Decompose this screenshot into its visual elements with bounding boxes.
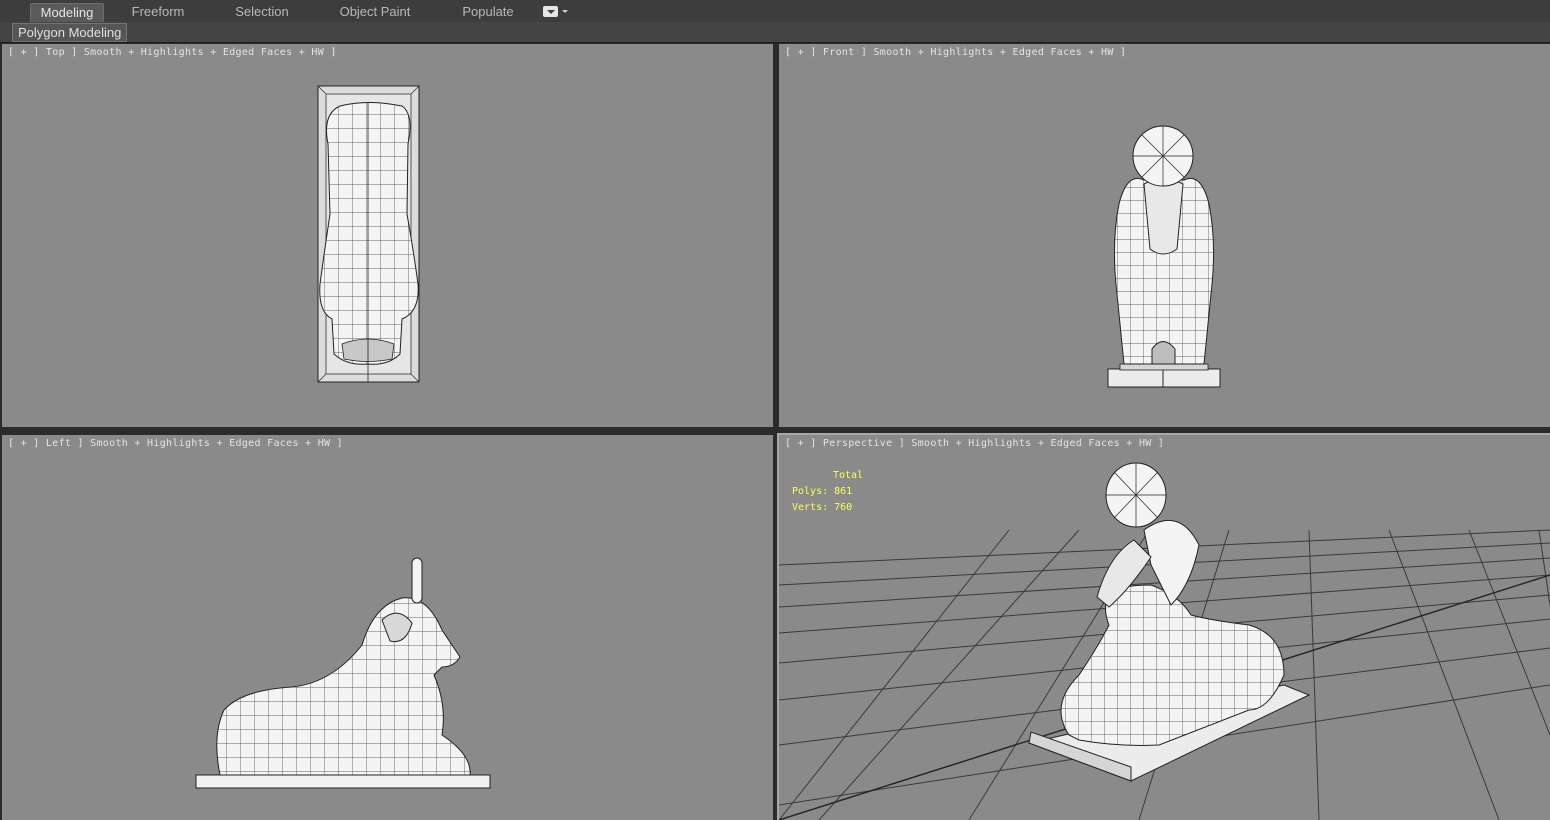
viewport-front[interactable]: [ + ] Front ] Smooth + Highlights + Edge… bbox=[779, 44, 1550, 427]
ribbon-options-dropdown[interactable] bbox=[543, 6, 569, 18]
viewport-top[interactable]: [ + ] Top ] Smooth + Highlights + Edged … bbox=[2, 44, 773, 427]
tab-selection[interactable]: Selection bbox=[226, 3, 298, 21]
panel-polygon-modeling[interactable]: Polygon Modeling bbox=[12, 23, 128, 42]
chevron-down-icon bbox=[562, 10, 568, 13]
top-view-model bbox=[317, 85, 420, 383]
viewport-left[interactable]: [ + ] Left ] Smooth + Highlights + Edged… bbox=[2, 435, 773, 820]
front-view-model bbox=[1107, 125, 1221, 388]
ribbon-panel: Polygon Modeling bbox=[0, 22, 1550, 43]
viewport-perspective[interactable]: [ + ] Perspective ] Smooth + Highlights … bbox=[777, 433, 1550, 820]
tab-object-paint[interactable]: Object Paint bbox=[330, 3, 420, 21]
tab-populate[interactable]: Populate bbox=[452, 3, 524, 21]
ribbon-menu-icon bbox=[543, 6, 558, 17]
tab-freeform[interactable]: Freeform bbox=[122, 3, 194, 21]
left-view-model bbox=[195, 557, 491, 789]
tab-modeling[interactable]: Modeling bbox=[30, 3, 104, 22]
perspective-view-scene bbox=[779, 462, 1550, 820]
ribbon-tab-bar: Modeling Freeform Selection Object Paint… bbox=[0, 0, 1550, 23]
